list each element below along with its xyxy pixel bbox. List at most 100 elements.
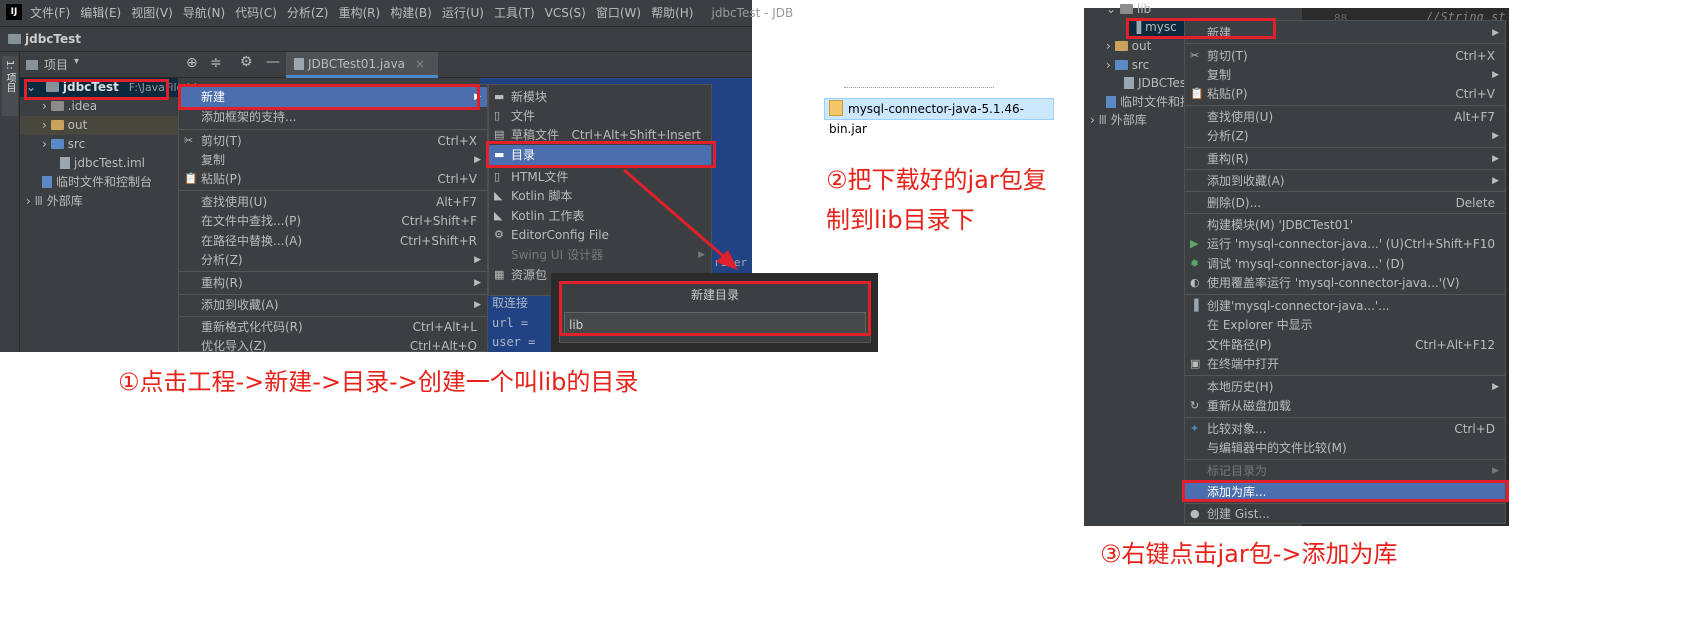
menu-item-copy[interactable]: 复制 ▶	[1185, 65, 1505, 85]
tree-item-scratches[interactable]: 临时文件和控制台	[42, 173, 152, 192]
menu-item-paste[interactable]: 📋 粘贴(P) Ctrl+V	[1185, 84, 1505, 104]
locate-icon[interactable]: ⊕	[186, 55, 198, 71]
expand-arrow-icon[interactable]: ⌄	[1106, 2, 1116, 16]
menu-help[interactable]: 帮助(H)	[651, 6, 693, 20]
menu-item-build-module[interactable]: 构建模块(M) 'JDBCTest01'	[1185, 215, 1505, 235]
menu-item-paste[interactable]: 📋 粘贴(P) Ctrl+V	[179, 169, 487, 189]
menu-item-find-in-files[interactable]: 在文件中查找...(P) Ctrl+Shift+F	[179, 211, 487, 231]
previous-row-fragment	[844, 82, 994, 88]
editor-tab[interactable]: JDBCTest01.java ×	[286, 52, 438, 78]
tree-item-iml[interactable]: jdbcTest.iml	[60, 154, 145, 173]
menu-item-mark-directory[interactable]: 标记目录为 ▶	[1185, 461, 1505, 481]
menu-item-file-path[interactable]: 文件路径(P) Ctrl+Alt+F12	[1185, 335, 1505, 355]
menu-item-delete[interactable]: 删除(D)... Delete	[1185, 193, 1505, 213]
menu-window[interactable]: 窗口(W)	[596, 6, 641, 20]
menu-item-shortcut: Ctrl+Alt+O	[409, 339, 477, 353]
menu-item-local-history[interactable]: 本地历史(H) ▶	[1185, 377, 1505, 397]
side-tab-project[interactable]: 1: 项目	[2, 56, 18, 116]
menu-item-find-usages[interactable]: 查找使用(U) Alt+F7	[1185, 107, 1505, 127]
submenu-item-module[interactable]: ▬ 新模块	[489, 87, 711, 107]
collapse-arrow-icon[interactable]: ›	[1090, 113, 1095, 127]
tree-item-iml[interactable]: JDBCTes	[1124, 74, 1186, 93]
dropdown-arrow-icon[interactable]: ▾	[74, 56, 79, 67]
collapse-arrow-icon[interactable]: ›	[26, 194, 31, 208]
menu-item-create-gist[interactable]: ● 创建 Gist...	[1185, 504, 1505, 524]
collapse-arrow-icon[interactable]: ›	[1106, 39, 1111, 53]
menu-item-refactor[interactable]: 重构(R) ▶	[1185, 149, 1505, 169]
menu-separator	[1185, 43, 1505, 44]
submenu-item-file[interactable]: ▯ 文件	[489, 106, 711, 126]
menu-item-reload[interactable]: ↻ 重新从磁盘加载	[1185, 396, 1505, 416]
project-view-label[interactable]: 项目	[44, 56, 68, 73]
menu-item-label: 重新从磁盘加载	[1207, 399, 1292, 413]
menu-item-run-coverage[interactable]: ◐ 使用覆盖率运行 'mysql-connector-java...'(V)	[1185, 273, 1505, 293]
menu-navigate[interactable]: 导航(N)	[183, 6, 225, 20]
menu-item-cut[interactable]: ✂ 剪切(T) Ctrl+X	[1185, 46, 1505, 66]
menu-item-label: 添加到收藏(A)	[201, 298, 279, 312]
menu-run[interactable]: 运行(U)	[442, 6, 484, 20]
menu-item-label: 粘贴(P)	[1207, 87, 1248, 101]
close-tab-icon[interactable]: ×	[415, 57, 425, 71]
submenu-arrow-icon: ▶	[1492, 70, 1499, 80]
clipboard-icon: 📋	[1190, 87, 1204, 100]
menu-refactor[interactable]: 重构(R)	[339, 6, 381, 20]
collapse-arrow-icon[interactable]: ›	[42, 118, 47, 132]
collapse-arrow-icon[interactable]: ›	[42, 137, 47, 151]
menu-item-shortcut: Ctrl+Alt+L	[412, 320, 477, 334]
menu-item-show-explorer[interactable]: 在 Explorer 中显示	[1185, 315, 1505, 335]
menu-item-compare[interactable]: ✦ 比较对象... Ctrl+D	[1185, 419, 1505, 439]
menu-file[interactable]: 文件(F)	[30, 6, 70, 20]
menu-view[interactable]: 视图(V)	[131, 6, 173, 20]
tree-item-src[interactable]: › src	[1106, 56, 1149, 75]
menu-item-label: 草稿文件	[511, 128, 560, 142]
menu-item-add-framework[interactable]: 添加框架的支持...	[179, 107, 487, 127]
tree-item-libraries[interactable]: › Ⅲ 外部库	[1090, 111, 1147, 130]
tree-item-label: out	[67, 118, 88, 132]
tree-item-scratches[interactable]: 临时文件和控	[1106, 93, 1192, 112]
menu-item-shortcut: Alt+F7	[436, 195, 477, 209]
menu-build[interactable]: 构建(B)	[390, 6, 432, 20]
tree-item-lib[interactable]: ⌄ lib	[1106, 0, 1151, 19]
tree-item-out[interactable]: › out	[20, 116, 200, 135]
tree-item-libraries[interactable]: › Ⅲ 外部库	[26, 192, 83, 211]
menu-code[interactable]: 代码(C)	[235, 6, 277, 20]
menu-item-analyze[interactable]: 分析(Z) ▶	[179, 250, 487, 270]
tree-item-src[interactable]: › src	[42, 135, 85, 154]
gear-icon: ⚙	[494, 228, 504, 241]
menu-item-run[interactable]: ▶ 运行 'mysql-connector-java...' (U) Ctrl+Sh…	[1185, 234, 1505, 254]
menu-item-copy[interactable]: 复制 ▶	[179, 150, 487, 170]
menu-item-debug[interactable]: ✹ 调试 'mysql-connector-java...' (D)	[1185, 254, 1505, 274]
menu-vcs[interactable]: VCS(S)	[545, 6, 586, 20]
menu-item-label: 删除(D)...	[1207, 196, 1262, 210]
collapse-arrow-icon[interactable]: ›	[1106, 58, 1111, 72]
minimize-icon[interactable]: —	[266, 54, 280, 70]
menu-item-optimize-imports[interactable]: 优化导入(Z) Ctrl+Alt+O	[179, 336, 487, 356]
menu-item-open-terminal[interactable]: ▣ 在终端中打开	[1185, 354, 1505, 374]
menu-item-analyze[interactable]: 分析(Z) ▶	[1185, 126, 1505, 146]
menu-item-create-config[interactable]: ▐ 创建'mysql-connector-java...'...	[1185, 296, 1505, 316]
tree-item-out[interactable]: › out	[1106, 37, 1151, 56]
menu-item-add-favorites[interactable]: 添加到收藏(A) ▶	[179, 295, 487, 315]
menu-edit[interactable]: 编辑(E)	[80, 6, 121, 20]
highlight-dialog	[559, 281, 871, 336]
menu-analyze[interactable]: 分析(Z)	[287, 6, 329, 20]
menu-item-label: 在终端中打开	[1207, 357, 1280, 371]
collapse-arrow-icon[interactable]: ›	[42, 99, 47, 113]
menu-item-replace-in-path[interactable]: 在路径中替换...(A) Ctrl+Shift+R	[179, 231, 487, 251]
menu-item-reformat[interactable]: 重新格式化代码(R) Ctrl+Alt+L	[179, 317, 487, 337]
menu-item-label: 粘贴(P)	[201, 172, 242, 186]
menu-item-compare-editor[interactable]: 与编辑器中的文件比较(M)	[1185, 438, 1505, 458]
resource-icon: ▦	[494, 268, 505, 281]
menu-tools[interactable]: 工具(T)	[494, 6, 535, 20]
menu-item-add-favorites[interactable]: 添加到收藏(A) ▶	[1185, 171, 1505, 191]
gear-icon[interactable]: ⚙	[240, 54, 253, 70]
menu-item-cut[interactable]: ✂ 剪切(T) Ctrl+X	[179, 131, 487, 151]
menu-item-refactor[interactable]: 重构(R) ▶	[179, 273, 487, 293]
collapse-icon[interactable]: ≑	[210, 55, 222, 71]
menu-separator	[1185, 417, 1505, 418]
tree-item-label: 外部库	[1110, 113, 1147, 127]
jar-file-row[interactable]: mysql-connector-java-5.1.46-bin.jar	[824, 98, 1054, 136]
menu-item-find-usages[interactable]: 查找使用(U) Alt+F7	[179, 192, 487, 212]
breadcrumb-project[interactable]: jdbcTest	[25, 32, 81, 46]
submenu-arrow-icon: ▶	[474, 278, 481, 288]
